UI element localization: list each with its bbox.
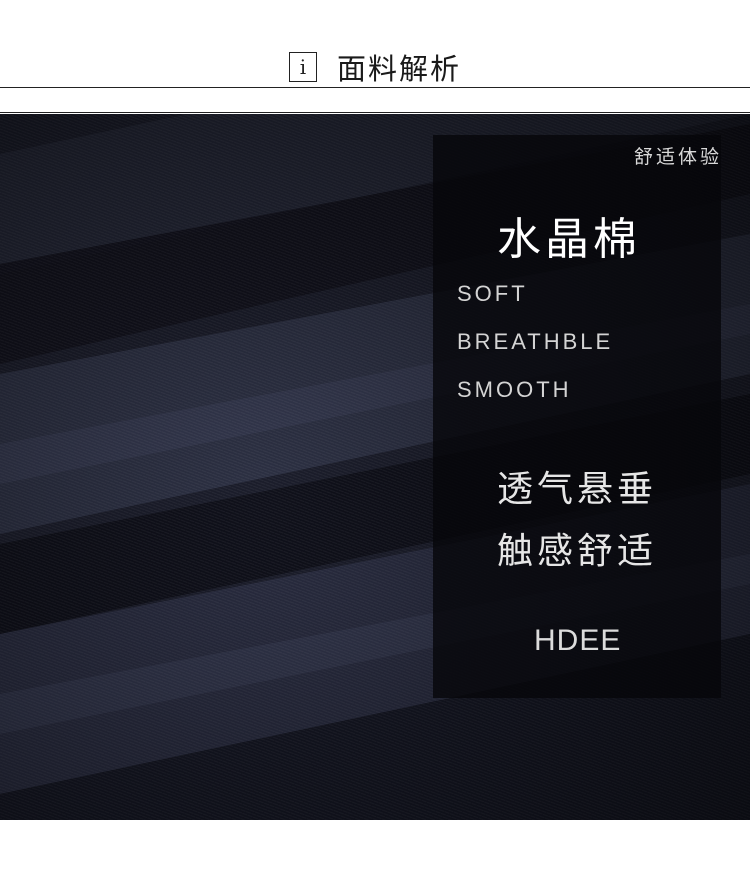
feature-item: BREATHBLE	[457, 329, 614, 354]
feature-item: SOFT	[457, 281, 528, 306]
slogan-line: 触感舒适	[497, 531, 658, 572]
fabric-name: 水晶棉	[497, 214, 641, 265]
header-title-row: i 面料解析	[0, 46, 750, 88]
section-header: i 面料解析	[0, 0, 750, 113]
brand-name: HDEE	[534, 624, 622, 657]
panel-subtitle: 舒适体验	[633, 146, 722, 168]
header-divider-top	[0, 87, 750, 88]
feature-item: SMOOTH	[457, 377, 572, 402]
slogan-line: 透气悬垂	[497, 469, 658, 510]
info-icon: i	[288, 52, 317, 82]
section-title: 面料解析	[336, 52, 461, 86]
header-divider-bottom	[0, 112, 750, 113]
